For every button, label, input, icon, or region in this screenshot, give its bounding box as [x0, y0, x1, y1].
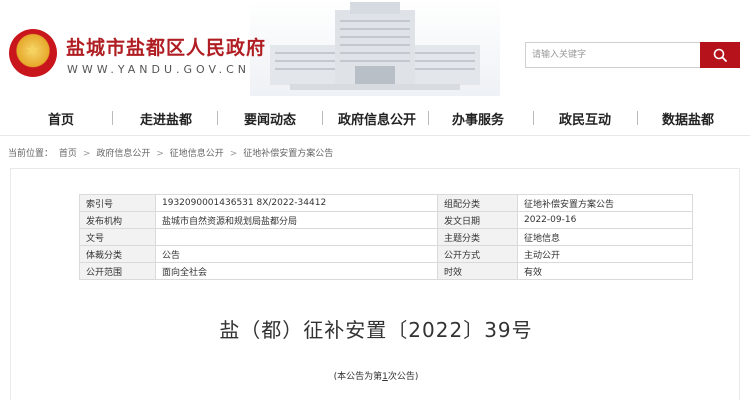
breadcrumb-separator: >	[156, 149, 164, 159]
national-emblem-icon: ★	[9, 29, 57, 77]
meta-label: 索引号	[79, 194, 156, 212]
announcement-note: (本公告为第1次公告)	[11, 369, 741, 382]
nav-separator	[322, 111, 323, 125]
meta-value-disclosure-method: 主动公开	[517, 245, 693, 263]
meta-label: 发文日期	[437, 211, 518, 229]
nav-separator	[637, 111, 638, 125]
meta-label: 发布机构	[79, 211, 156, 229]
table-row: 索引号 1932090001436531 8X/2022-34412 组配分类 …	[79, 194, 693, 212]
site-name: 盐城市盐都区人民政府	[66, 37, 267, 59]
breadcrumb-separator: >	[82, 149, 91, 159]
meta-value-scope: 面向全社会	[155, 262, 438, 280]
table-row: 文号 主题分类 征地信息	[79, 228, 693, 246]
nav-item-data[interactable]: 数据盐都	[662, 109, 714, 128]
government-building-illustration	[250, 0, 500, 96]
search-icon	[713, 48, 727, 62]
breadcrumb: 当前位置： 首页 > 政府信息公开 > 征地信息公开 > 征地补偿安置方案公告	[8, 146, 336, 159]
site-header: ★ 盐城市盐都区人民政府 WWW.YANDU.GOV.CN	[0, 0, 750, 96]
meta-label: 体裁分类	[79, 245, 156, 263]
meta-label: 主题分类	[437, 228, 518, 246]
breadcrumb-item-home[interactable]: 首页	[59, 149, 77, 159]
nav-separator	[533, 111, 534, 125]
meta-value-publisher: 盐城市自然资源和规划局盐都分局	[155, 211, 438, 229]
nav-item-info-public[interactable]: 政府信息公开	[338, 109, 416, 128]
breadcrumb-label: 当前位置：	[8, 149, 54, 159]
nav-item-home[interactable]: 首页	[48, 109, 74, 128]
search-button[interactable]	[700, 42, 740, 68]
note-prefix: (本公告为第	[333, 372, 383, 382]
search-input[interactable]	[525, 42, 700, 68]
nav-item-about[interactable]: 走进盐都	[140, 109, 192, 128]
meta-label: 公开方式	[437, 245, 518, 263]
meta-label: 组配分类	[437, 194, 518, 212]
document-title: 盐（都）征补安置〔2022〕39号	[219, 318, 533, 342]
table-row: 公开范围 面向全社会 时效 有效	[79, 262, 693, 280]
breadcrumb-item-info-public[interactable]: 政府信息公开	[96, 149, 150, 159]
table-row: 发布机构 盐城市自然资源和规划局盐都分局 发文日期 2022-09-16	[79, 211, 693, 229]
meta-label: 时效	[437, 262, 518, 280]
note-suffix: 次公告)	[387, 372, 419, 382]
meta-value-topic: 征地信息	[517, 228, 693, 246]
meta-label: 文号	[79, 228, 156, 246]
nav-separator	[112, 111, 113, 125]
breadcrumb-item-current[interactable]: 征地补偿安置方案公告	[243, 149, 333, 159]
meta-value-doc-number	[155, 228, 438, 246]
nav-separator	[217, 111, 218, 125]
table-row: 体裁分类 公告 公开方式 主动公开	[79, 245, 693, 263]
meta-label: 公开范围	[79, 262, 156, 280]
article-card: 索引号 1932090001436531 8X/2022-34412 组配分类 …	[10, 168, 740, 400]
breadcrumb-separator: >	[229, 149, 238, 159]
nav-item-news[interactable]: 要闻动态	[244, 109, 296, 128]
search-box	[525, 42, 740, 68]
site-url: WWW.YANDU.GOV.CN	[67, 63, 251, 76]
meta-value-genre: 公告	[155, 245, 438, 263]
main-nav: 首页 走进盐都 要闻动态 政府信息公开 办事服务 政民互动 数据盐都	[0, 100, 750, 136]
nav-item-services[interactable]: 办事服务	[452, 109, 504, 128]
breadcrumb-item-land-info[interactable]: 征地信息公开	[170, 149, 224, 159]
meta-value-index-number: 1932090001436531 8X/2022-34412	[155, 194, 438, 212]
document-metadata-table: 索引号 1932090001436531 8X/2022-34412 组配分类 …	[79, 194, 693, 280]
nav-item-interaction[interactable]: 政民互动	[559, 109, 611, 128]
meta-value-category: 征地补偿安置方案公告	[517, 194, 693, 212]
meta-value-validity: 有效	[517, 262, 693, 280]
nav-separator	[428, 111, 429, 125]
meta-value-date: 2022-09-16	[517, 211, 693, 229]
